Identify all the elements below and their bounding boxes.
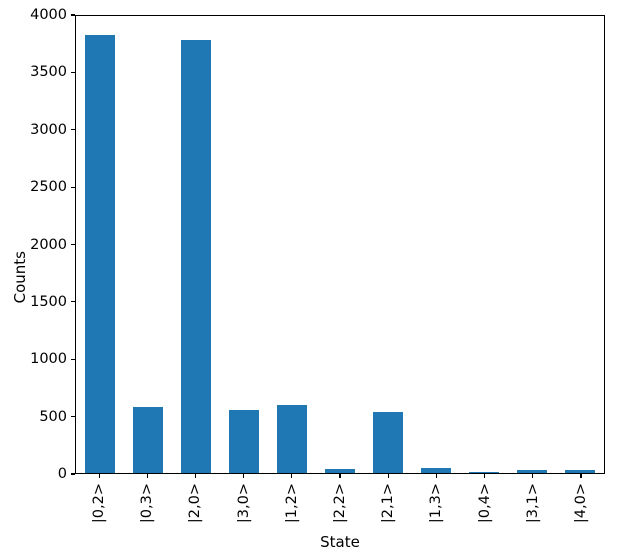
y-axis-tick-label: 2500 xyxy=(30,179,67,196)
y-axis-tick-label: 2000 xyxy=(30,236,67,253)
x-axis-label: State xyxy=(320,533,360,551)
plot-area xyxy=(75,15,605,474)
x-axis-tick-mark xyxy=(98,474,100,478)
x-axis-tick-label: |2,0> xyxy=(187,483,204,524)
bar-slot xyxy=(508,16,556,473)
x-axis-tick-mark xyxy=(243,474,245,478)
bar-slot xyxy=(364,16,412,473)
bar xyxy=(516,469,548,473)
x-axis-tick-label: |3,1> xyxy=(524,483,541,524)
x-axis-tick-label: |0,4> xyxy=(476,483,493,524)
y-axis-ticks: 0 500 1000 1500 2000 2500 3000 3500 4000 xyxy=(0,7,75,482)
bar xyxy=(324,468,356,473)
x-axis-tick-mark xyxy=(291,474,293,478)
bar xyxy=(372,412,404,473)
bar-chart-figure: Counts 0 500 1000 1500 2000 2500 3000 3500 4000 … xyxy=(0,0,626,554)
x-axis-tick-mark xyxy=(387,474,389,478)
x-axis-tick-mark xyxy=(532,474,534,478)
y-axis-tick-label: 4000 xyxy=(30,7,67,23)
y-axis-tick-label: 0 xyxy=(57,466,67,482)
bar xyxy=(276,404,308,473)
bar-slot xyxy=(316,16,364,473)
x-axis-tick-label: |0,3> xyxy=(139,483,156,524)
y-axis-tick-label: 3000 xyxy=(30,121,67,138)
y-axis-tick-label: 3500 xyxy=(30,64,67,81)
y-axis-tick-label: 500 xyxy=(39,408,67,425)
x-axis-tick-mark xyxy=(435,474,437,478)
bar-slot xyxy=(268,16,316,473)
bar xyxy=(420,467,452,473)
bar xyxy=(564,470,596,473)
bar xyxy=(180,39,212,473)
bar-slot xyxy=(76,16,124,473)
y-axis-tick-label: 1000 xyxy=(30,351,67,368)
bar-slot xyxy=(220,16,268,473)
x-axis-tick-label: |0,2> xyxy=(91,483,108,524)
y-axis-tick-label: 1500 xyxy=(30,293,67,310)
bar-slot xyxy=(412,16,460,473)
x-axis-tick-label: |4,0> xyxy=(572,483,589,524)
x-axis-tick-mark xyxy=(339,474,341,478)
x-axis-tick-label: |3,0> xyxy=(235,483,252,524)
bar-slot xyxy=(460,16,508,473)
x-axis-tick-mark xyxy=(580,474,582,478)
x-axis-tick-mark xyxy=(194,474,197,478)
bar xyxy=(468,471,500,473)
x-axis-tick-mark xyxy=(146,474,148,478)
bar xyxy=(228,409,260,473)
x-axis-tick-label: |1,2> xyxy=(283,483,300,524)
bar-slot xyxy=(124,16,172,473)
bar-slot xyxy=(556,16,604,473)
bar xyxy=(84,34,116,473)
x-axis-tick-label: |2,1> xyxy=(380,483,397,524)
x-axis-tick-label: |1,3> xyxy=(428,483,445,524)
bar-series xyxy=(76,16,604,473)
bar xyxy=(132,406,164,473)
x-axis-tick-mark xyxy=(484,474,486,478)
bar-slot xyxy=(172,16,220,473)
x-axis-tick-label: |2,2> xyxy=(332,483,349,524)
